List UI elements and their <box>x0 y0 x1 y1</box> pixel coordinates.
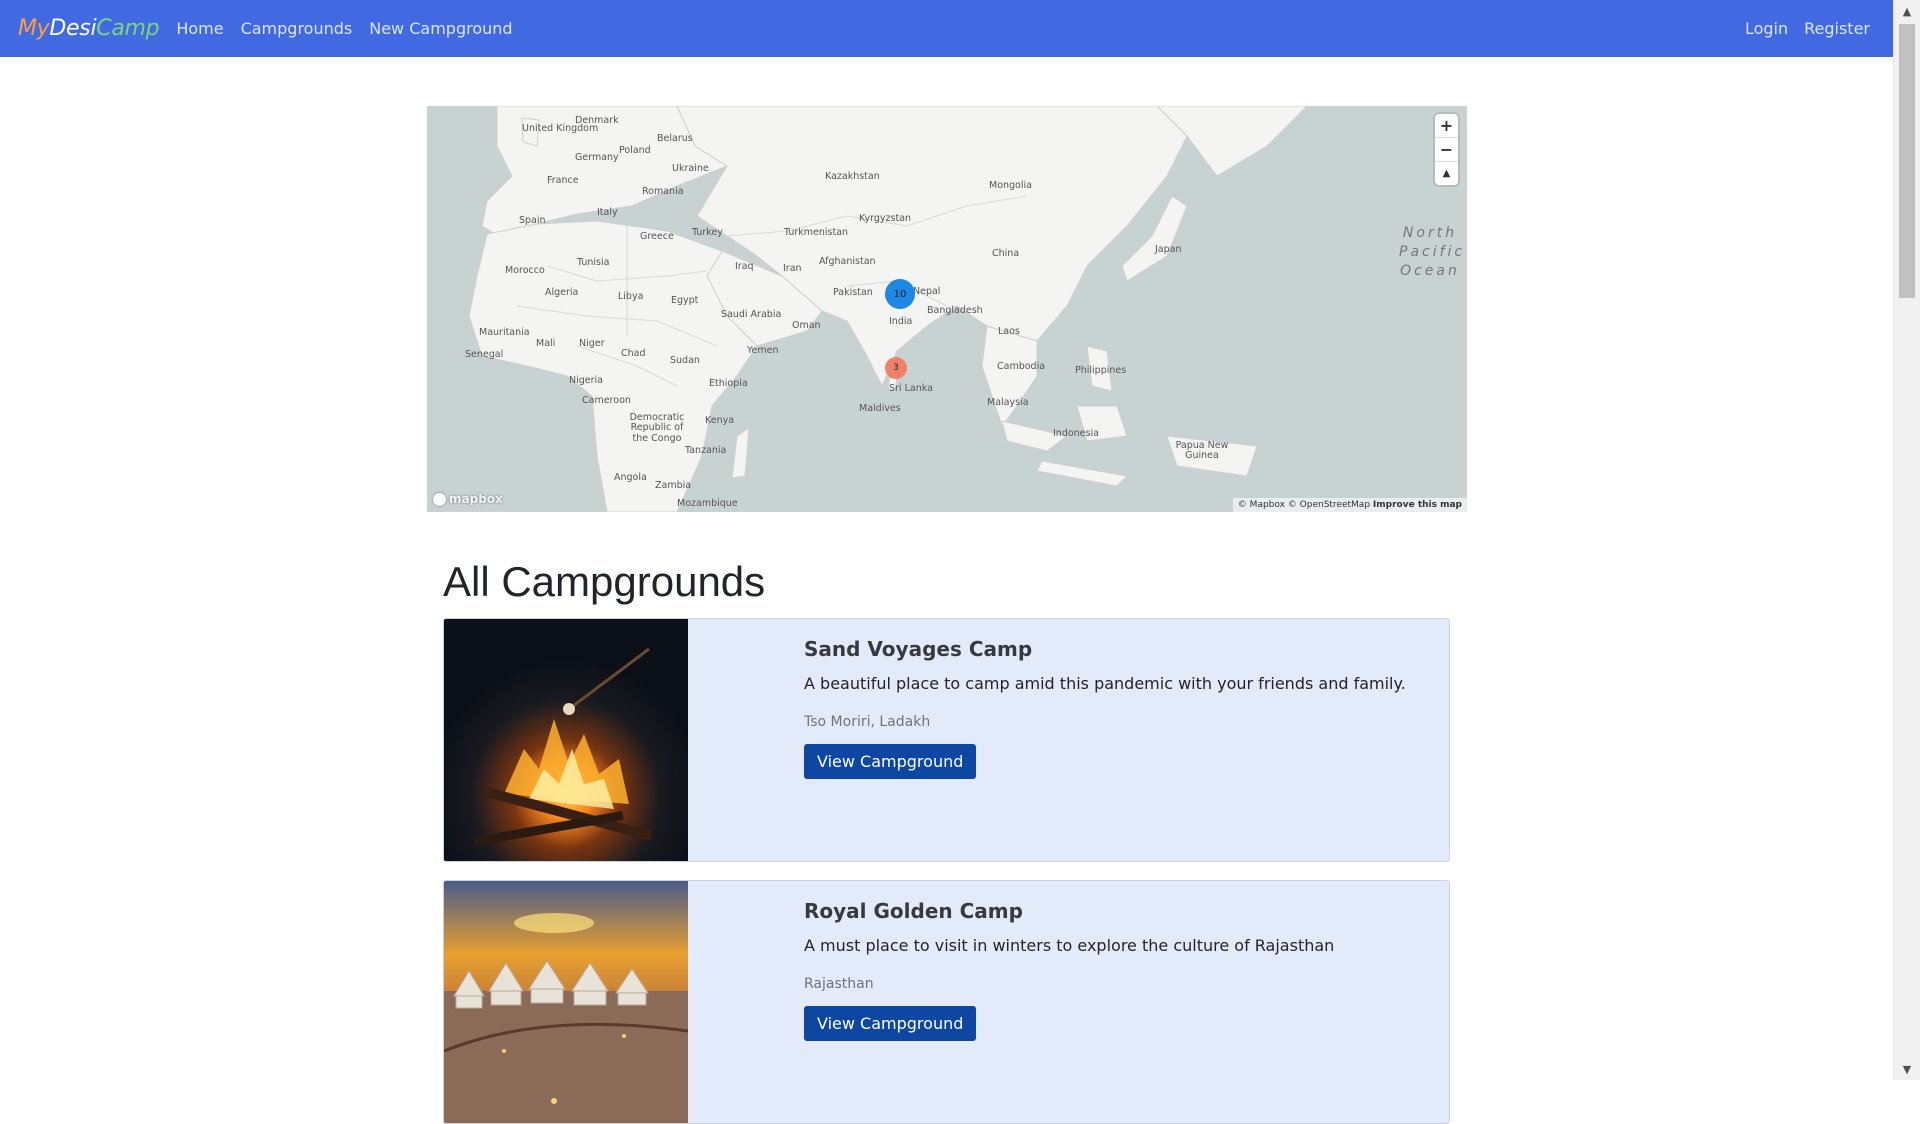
map-label-kyrgyzstan: Kyrgyzstan <box>859 213 912 224</box>
mapbox-logo[interactable]: mapbox <box>433 492 503 506</box>
map-label-mozambique: Mozambique <box>677 498 738 509</box>
plus-icon[interactable]: + <box>1435 114 1458 138</box>
map-label-saudi-arabia: Saudi Arabia <box>721 309 782 320</box>
scrollbar-thumb[interactable] <box>1899 24 1915 298</box>
campground-card: Royal Golden Camp A must place to visit … <box>443 880 1450 1124</box>
map-cluster-red[interactable]: 3 <box>885 357 907 379</box>
map-label-algeria: Algeria <box>545 287 579 298</box>
card-body: Royal Golden Camp A must place to visit … <box>804 899 1334 1041</box>
nav-login[interactable]: Login <box>1745 19 1788 38</box>
map-attribution: © Mapbox © OpenStreetMap Improve this ma… <box>1232 498 1467 512</box>
minus-icon[interactable]: − <box>1435 138 1458 162</box>
brand-part-camp: Camp <box>96 16 160 41</box>
campground-image <box>444 881 688 1123</box>
map-label-morocco: Morocco <box>505 265 545 276</box>
map-label-kenya: Kenya <box>705 415 735 426</box>
mapbox-logo-icon <box>433 492 446 506</box>
map-label-libya: Libya <box>618 291 644 302</box>
improve-map-link[interactable]: Improve this map <box>1373 500 1462 510</box>
map-label-senegal: Senegal <box>465 349 504 360</box>
map-label-china: China <box>992 248 1020 259</box>
brand-part-desi: Desi <box>49 16 97 41</box>
map-label-poland: Poland <box>619 145 651 156</box>
map-label-sri-lanka: Sri Lanka <box>889 383 933 394</box>
map-label-afghanistan: Afghanistan <box>819 256 876 267</box>
chevron-down-icon[interactable]: ▼ <box>1894 1058 1920 1080</box>
nav-campgrounds[interactable]: Campgrounds <box>241 19 353 38</box>
map-label-mongolia: Mongolia <box>989 180 1032 191</box>
map-label-egypt: Egypt <box>671 295 699 306</box>
mapbox-logo-text: mapbox <box>449 492 503 506</box>
map-label-mali: Mali <box>536 338 556 349</box>
map-label-germany: Germany <box>575 152 619 163</box>
map-label-dr-congo: Democratic Republic of the Congo <box>629 412 685 444</box>
brand-logo[interactable]: MyDesiCamp <box>18 16 160 41</box>
campground-image <box>444 619 688 861</box>
map-label-denmark: Denmark <box>575 115 619 126</box>
map-label-cambodia: Cambodia <box>997 361 1046 372</box>
card-title: Royal Golden Camp <box>804 899 1023 923</box>
map-label-japan: Japan <box>1155 244 1182 255</box>
nav-register[interactable]: Register <box>1804 19 1870 38</box>
map-label-turkey: Turkey <box>692 227 723 238</box>
page-title: All Campgrounds <box>443 558 766 605</box>
cluster-map[interactable]: United Kingdom Denmark Belarus Poland Ge… <box>427 106 1467 512</box>
map-label-niger: Niger <box>579 338 605 349</box>
nav-home[interactable]: Home <box>176 19 223 38</box>
attribution-text[interactable]: © Mapbox © OpenStreetMap <box>1238 500 1370 510</box>
map-label-kazakhstan: Kazakhstan <box>825 171 880 182</box>
map-label-sudan: Sudan <box>670 355 700 366</box>
brand-part-my: My <box>18 16 50 41</box>
chevron-up-icon[interactable]: ▲ <box>1894 0 1920 22</box>
map-label-malaysia: Malaysia <box>987 397 1029 408</box>
map-label-angola: Angola <box>614 472 647 483</box>
card-title: Sand Voyages Camp <box>804 637 1033 661</box>
map-label-belarus: Belarus <box>657 133 693 144</box>
map-label-italy: Italy <box>597 207 618 218</box>
map-label-spain: Spain <box>519 215 546 226</box>
map-label-ukraine: Ukraine <box>672 163 709 174</box>
map-label-turkmenistan: Turkmenistan <box>784 227 849 238</box>
campground-card: Sand Voyages Camp A beautiful place to c… <box>443 618 1450 862</box>
map-label-indonesia: Indonesia <box>1053 428 1099 439</box>
map-label-chad: Chad <box>621 348 646 359</box>
card-description: A beautiful place to camp amid this pand… <box>804 674 1406 693</box>
card-body: Sand Voyages Camp A beautiful place to c… <box>804 637 1406 779</box>
view-campground-button[interactable]: View Campground <box>804 1006 977 1041</box>
map-label-tanzania: Tanzania <box>685 445 727 456</box>
map-navigation-controls: + − ▲ <box>1435 114 1458 185</box>
map-label-romania: Romania <box>642 186 684 197</box>
map-label-maldives: Maldives <box>859 403 901 414</box>
map-label-iran: Iran <box>783 263 802 274</box>
map-label-ocean: North Pacific Ocean <box>1399 225 1466 279</box>
map-cluster-blue[interactable]: 10 <box>885 279 915 309</box>
map-label-yemen: Yemen <box>747 345 779 356</box>
map-label-iraq: Iraq <box>735 261 754 272</box>
card-description: A must place to visit in winters to expl… <box>804 936 1335 955</box>
map-label-ethiopia: Ethiopia <box>709 378 748 389</box>
page-scrollbar[interactable]: ▲ ▼ <box>1893 0 1920 1080</box>
map-label-laos: Laos <box>998 326 1020 337</box>
map-label-tunisia: Tunisia <box>577 257 610 268</box>
nav-new-campground[interactable]: New Campground <box>369 19 512 38</box>
compass-icon[interactable]: ▲ <box>1435 162 1458 185</box>
map-label-pakistan: Pakistan <box>833 287 873 298</box>
nav-auth-links: Login Register <box>1729 19 1870 38</box>
card-location: Tso Moriri, Ladakh <box>804 714 931 730</box>
card-location: Rajasthan <box>804 976 874 992</box>
map-label-france: France <box>547 175 579 186</box>
map-label-oman: Oman <box>792 320 821 331</box>
map-label-papua-new-guinea: Papua New Guinea <box>1175 440 1229 462</box>
map-label-bangladesh: Bangladesh <box>927 305 983 316</box>
map-label-zambia: Zambia <box>655 480 692 491</box>
map-label-india: India <box>889 316 913 327</box>
map-label-philippines: Philippines <box>1075 365 1127 376</box>
map-label-cameroon: Cameroon <box>582 395 631 406</box>
navbar: MyDesiCamp Home Campgrounds New Campgrou… <box>0 0 1894 57</box>
map-label-nigeria: Nigeria <box>569 375 603 386</box>
map-label-mauritania: Mauritania <box>479 327 530 338</box>
view-campground-button[interactable]: View Campground <box>804 744 977 779</box>
map-label-greece: Greece <box>640 231 674 242</box>
map-label-nepal: Nepal <box>913 286 941 297</box>
